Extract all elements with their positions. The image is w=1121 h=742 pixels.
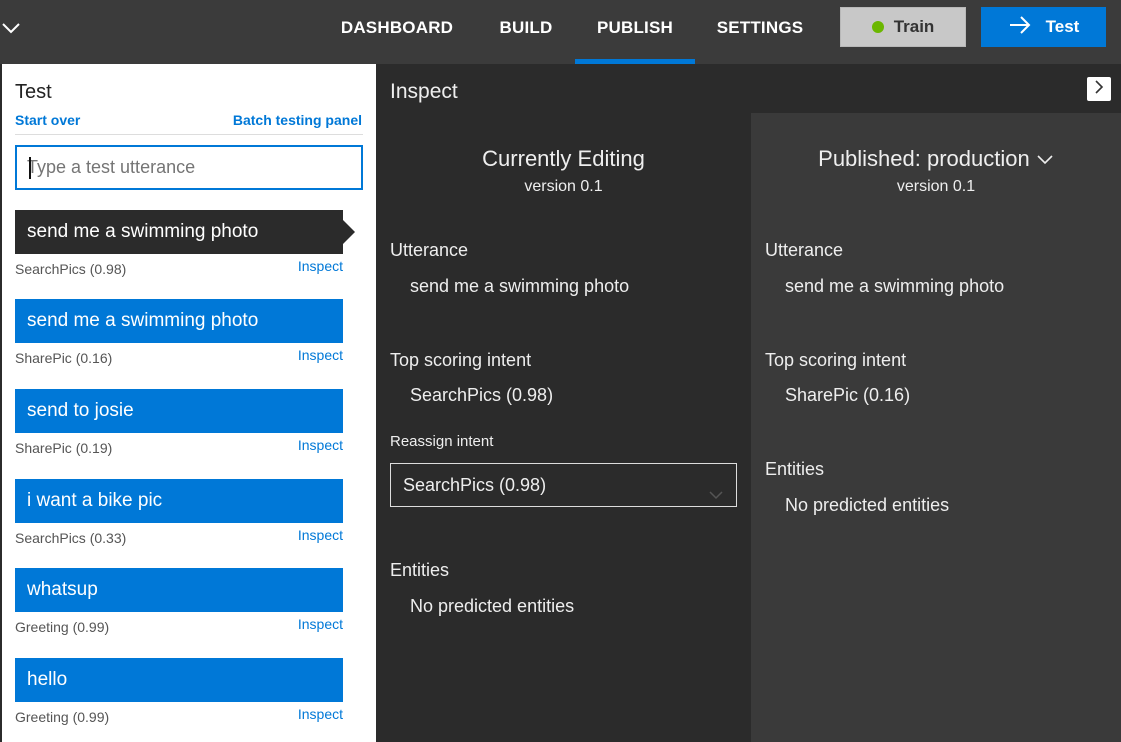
test-utterance-bubble[interactable]: whatsup: [15, 568, 343, 612]
test-button-label: Test: [1045, 17, 1080, 36]
test-intent-score: SharePic (0.19): [15, 440, 113, 456]
reassign-intent-select[interactable]: SearchPics (0.98): [390, 463, 737, 507]
published-column: Published: production version 0.1 Uttera…: [751, 113, 1121, 742]
test-intent-score: Greeting (0.99): [15, 709, 110, 725]
chevron-down-icon: [1036, 146, 1054, 171]
chevron-right-icon: [1093, 79, 1105, 99]
test-utterance-bubble[interactable]: send to josie: [15, 389, 343, 433]
entities-value: No predicted entities: [410, 596, 575, 616]
chevron-down-icon[interactable]: [0, 16, 24, 40]
utterance-value: send me a swimming photo: [410, 276, 630, 296]
test-result-item[interactable]: send to josie SharePic (0.19) Inspect: [15, 389, 343, 459]
test-intent-score: Greeting (0.99): [15, 619, 110, 635]
test-utterance-bubble[interactable]: i want a bike pic: [15, 479, 343, 523]
top-nav-bar: DASHBOARD BUILD PUBLISH SETTINGS Train T…: [0, 0, 1121, 64]
test-utterance-bubble[interactable]: hello: [15, 658, 343, 702]
reassign-intent-value: SearchPics (0.98): [403, 475, 547, 495]
tab-settings[interactable]: SETTINGS: [712, 0, 808, 64]
divider: [15, 134, 363, 135]
test-panel-title: Test: [15, 81, 52, 103]
tab-dashboard[interactable]: DASHBOARD: [336, 0, 458, 64]
entities-label: Entities: [765, 459, 825, 479]
top-intent-label: Top scoring intent: [765, 350, 907, 370]
test-result-item[interactable]: send me a swimming photo SharePic (0.16)…: [15, 299, 343, 369]
inspect-link[interactable]: Inspect: [298, 616, 343, 632]
inspect-link[interactable]: Inspect: [298, 347, 343, 363]
reassign-intent-label: Reassign intent: [390, 433, 494, 450]
test-button[interactable]: Test: [981, 7, 1106, 47]
test-utterance-bubble[interactable]: send me a swimming photo: [15, 210, 355, 254]
inspect-link[interactable]: Inspect: [298, 437, 343, 453]
test-utterance-bubble[interactable]: send me a swimming photo: [15, 299, 343, 343]
top-intent-label: Top scoring intent: [390, 350, 532, 370]
tab-build[interactable]: BUILD: [491, 0, 561, 64]
published-version: version 0.1: [896, 178, 976, 195]
currently-editing-column: Currently Editing version 0.1 Utterance …: [376, 113, 751, 742]
inspect-title: Inspect: [390, 80, 458, 103]
inspect-link[interactable]: Inspect: [298, 706, 343, 722]
test-result-item[interactable]: hello Greeting (0.99) Inspect: [15, 658, 343, 728]
train-button[interactable]: Train: [840, 7, 966, 47]
top-intent-value: SearchPics (0.98): [410, 385, 554, 405]
test-panel: Test Start over Batch testing panel send…: [0, 64, 376, 742]
train-button-label: Train: [893, 17, 935, 36]
test-utterance-input[interactable]: [15, 145, 363, 190]
top-intent-value: SharePic (0.16): [785, 385, 911, 405]
utterance-label: Utterance: [390, 240, 469, 260]
test-intent-score: SearchPics (0.98): [15, 261, 127, 277]
arrow-right-icon: [1008, 15, 1032, 40]
test-result-item[interactable]: send me a swimming photo SearchPics (0.9…: [15, 210, 355, 280]
test-result-item[interactable]: whatsup Greeting (0.99) Inspect: [15, 568, 343, 638]
chevron-down-icon: [708, 476, 724, 518]
utterance-label: Utterance: [765, 240, 844, 260]
inspect-link[interactable]: Inspect: [298, 527, 343, 543]
inspect-link[interactable]: Inspect: [298, 258, 343, 274]
currently-editing-heading: Currently Editing: [482, 146, 645, 171]
test-result-item[interactable]: i want a bike pic SearchPics (0.33) Insp…: [15, 479, 343, 549]
collapse-panel-button[interactable]: [1087, 77, 1111, 101]
batch-testing-panel-link[interactable]: Batch testing panel: [233, 112, 362, 128]
entities-label: Entities: [390, 560, 450, 580]
start-over-link[interactable]: Start over: [15, 112, 80, 128]
entities-value: No predicted entities: [785, 495, 950, 515]
tab-publish[interactable]: PUBLISH: [575, 0, 695, 64]
editing-version: version 0.1: [524, 178, 603, 195]
inspect-header: Inspect: [376, 64, 1121, 113]
train-status-icon: [871, 21, 884, 33]
published-heading[interactable]: Published: production: [751, 146, 1121, 172]
utterance-value: send me a swimming photo: [785, 276, 1005, 296]
published-heading-label: Published: production: [818, 146, 1030, 171]
test-intent-score: SharePic (0.16): [15, 350, 113, 366]
test-intent-score: SearchPics (0.33): [15, 530, 127, 546]
text-caret: [29, 157, 31, 179]
